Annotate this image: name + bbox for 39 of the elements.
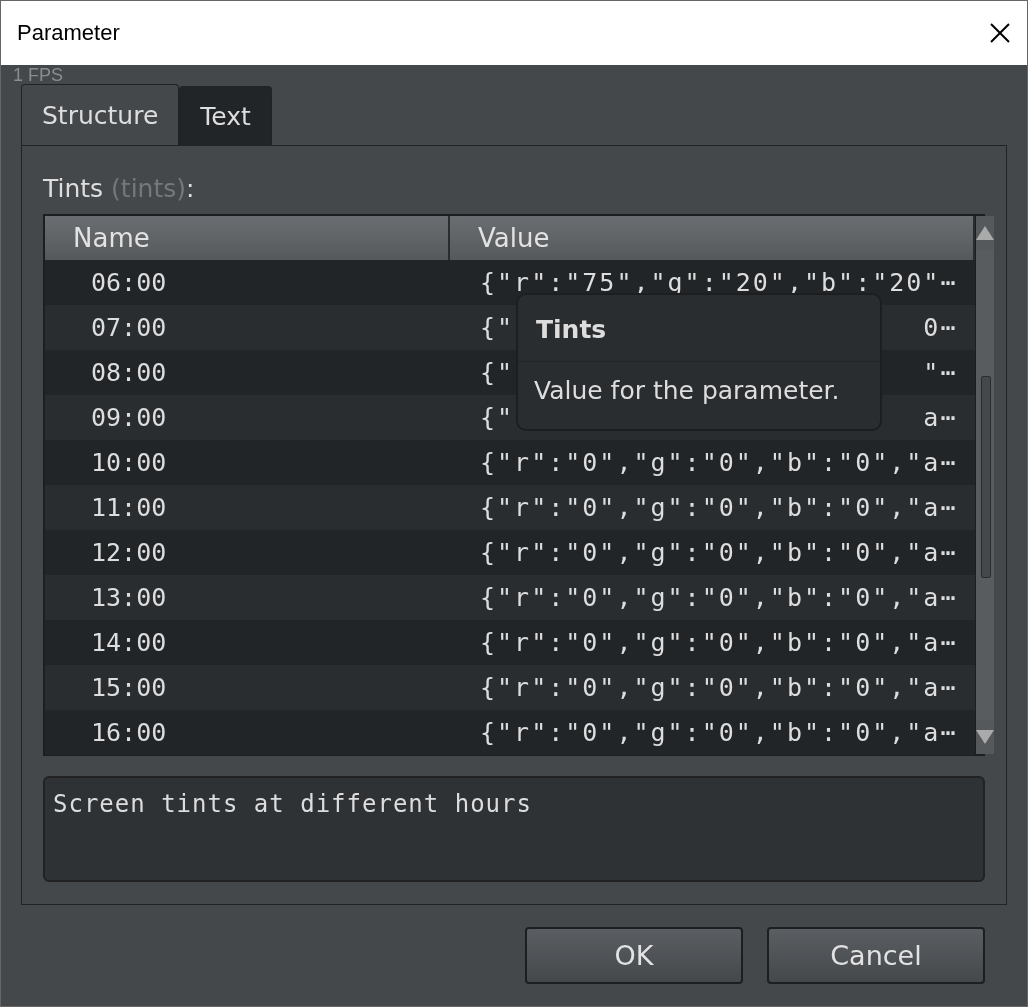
scrollbar[interactable] <box>975 216 995 754</box>
table-cell-text: 09:00 <box>90 403 168 432</box>
tooltip-text: Value for the parameter. <box>518 361 880 405</box>
dialog-button[interactable]: Cancel <box>767 927 985 984</box>
close-icon[interactable] <box>989 22 1011 44</box>
table-cell-text: {"r":"0","g":"0","b":"0","a⋯ <box>479 673 959 702</box>
table-cell-text: 11:00 <box>90 493 168 522</box>
table-cell-text: 13:00 <box>90 583 168 612</box>
table-cell-fragment: {" <box>480 403 515 432</box>
table-cell-text: 14:00 <box>90 628 168 657</box>
window-title: Parameter <box>17 20 120 46</box>
table-cell-text: {"r":"0","g":"0","b":"0","a⋯ <box>479 493 959 522</box>
table-cell-text: 07:00 <box>90 313 168 342</box>
tab[interactable]: Text <box>179 86 272 145</box>
table-cell-text: {"r":"0","g":"0","b":"0","a⋯ <box>479 718 959 747</box>
scrollbar-thumb[interactable] <box>981 376 992 578</box>
table-cell-text: 12:00 <box>90 538 168 567</box>
table-cell-text: 15:00 <box>90 673 168 702</box>
table-cell-fragment: {" <box>480 358 515 387</box>
table-cell-fragment: "⋯ <box>923 358 958 387</box>
tooltip-title: Tints <box>535 314 608 346</box>
table-cell-text: {"r":"0","g":"0","b":"0","a⋯ <box>479 448 959 477</box>
table-cell-text: 10:00 <box>90 448 168 477</box>
table-cell-text: 16:00 <box>90 718 168 747</box>
table-cell-fragment: {" <box>480 313 515 342</box>
table-cell-text: {"r":"0","g":"0","b":"0","a⋯ <box>479 583 959 612</box>
description-text: Screen tints at different hours <box>43 776 985 882</box>
table-cell-text: 08:00 <box>90 358 168 387</box>
table-cell-text: {"r":"0","g":"0","b":"0","a⋯ <box>479 628 959 657</box>
table-cell-text: {"r":"0","g":"0","b":"0","a⋯ <box>479 538 959 567</box>
table-cell-text: {"r":"75","g":"20","b":"20"⋯ <box>479 268 959 297</box>
scroll-up-icon[interactable] <box>976 226 995 240</box>
scroll-down-icon[interactable] <box>976 730 995 744</box>
fps-counter: 1 FPS <box>13 66 64 84</box>
table-cell-fragment: a⋯ <box>923 403 958 432</box>
dialog-button[interactable]: OK <box>525 927 743 984</box>
table-cell-text: 06:00 <box>90 268 168 297</box>
table-cell-fragment: 0⋯ <box>923 313 958 342</box>
tab[interactable]: Structure <box>21 84 180 145</box>
